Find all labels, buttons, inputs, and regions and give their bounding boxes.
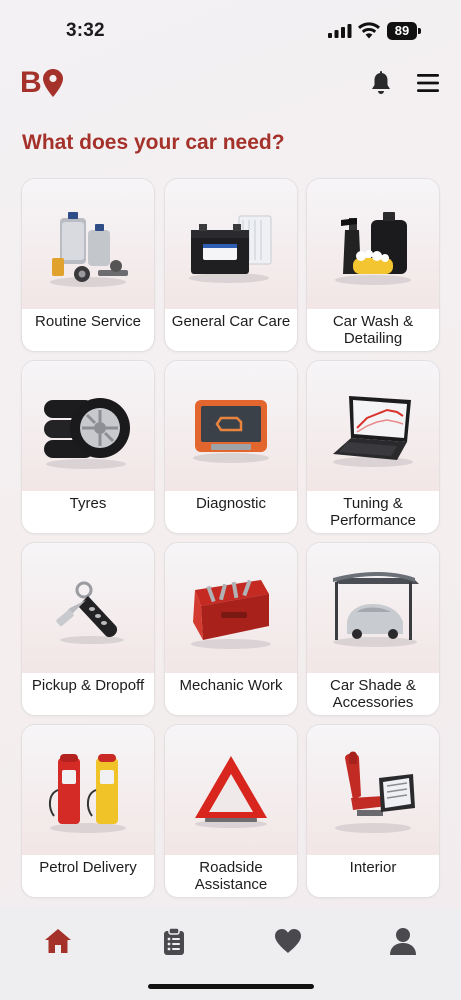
warning-triangle-icon (195, 756, 267, 828)
toolbox-icon (191, 579, 271, 649)
category-label: Car Wash & Detailing (332, 313, 414, 347)
category-tyres[interactable]: Tyres (21, 360, 155, 534)
car-shade-icon (333, 572, 419, 647)
wifi-icon (358, 22, 380, 39)
clipboard-icon[interactable] (159, 926, 189, 956)
category-petrol-delivery[interactable]: Petrol Delivery (21, 724, 155, 898)
status-bar: 3:32 89 (0, 0, 461, 56)
brand-logo[interactable]: B (20, 68, 63, 98)
page-title: What does your car need? (22, 131, 285, 154)
battery-level: 89 (394, 23, 410, 38)
category-diagnostic[interactable]: Diagnostic (164, 360, 298, 534)
category-car-wash[interactable]: Car Wash & Detailing (306, 178, 440, 352)
category-label: Pickup & Dropoff (31, 677, 145, 694)
category-interior[interactable]: Interior (306, 724, 440, 898)
category-label: Roadside Assistance (194, 859, 268, 893)
category-general-car-care[interactable]: General Car Care (164, 178, 298, 352)
category-label: Petrol Delivery (39, 859, 137, 876)
category-label: Tuning & Performance (330, 495, 416, 529)
category-tuning-performance[interactable]: Tuning & Performance (306, 360, 440, 534)
category-label: Diagnostic (195, 495, 267, 512)
laptop-graph-icon (333, 396, 413, 467)
category-label: Tyres (69, 495, 107, 512)
category-label: Interior (349, 859, 397, 876)
logo-letter: B (20, 66, 42, 99)
app-header: B (0, 60, 461, 108)
category-mechanic-work[interactable]: Mechanic Work (164, 542, 298, 716)
category-routine-service[interactable]: Routine Service (21, 178, 155, 352)
car-seat-icon (335, 751, 415, 833)
car-key-icon (56, 581, 124, 644)
signal-icon (328, 24, 352, 38)
car-wash-icon (335, 212, 411, 285)
home-icon[interactable] (43, 926, 73, 956)
location-pin-icon (42, 69, 63, 97)
hamburger-menu-icon[interactable] (417, 73, 439, 93)
home-indicator (148, 984, 314, 989)
category-label: General Car Care (171, 313, 291, 330)
bell-icon[interactable] (370, 71, 392, 95)
category-pickup-dropoff[interactable]: Pickup & Dropoff (21, 542, 155, 716)
status-time: 3:32 (66, 20, 105, 41)
battery-filter-icon (189, 215, 272, 283)
tyres-icon (44, 398, 130, 469)
category-car-shade[interactable]: Car Shade & Accessories (306, 542, 440, 716)
category-label: Car Shade & Accessories (330, 677, 416, 711)
category-roadside-assistance[interactable]: Roadside Assistance (164, 724, 298, 898)
diagnostic-tablet-icon (193, 400, 269, 463)
user-icon[interactable] (388, 926, 418, 956)
battery-icon: 89 (387, 22, 421, 40)
fuel-pump-icon (48, 754, 126, 833)
category-label: Mechanic Work (179, 677, 283, 694)
heart-icon[interactable] (273, 926, 303, 956)
oil-service-icon (50, 212, 128, 287)
category-label: Routine Service (35, 313, 141, 330)
